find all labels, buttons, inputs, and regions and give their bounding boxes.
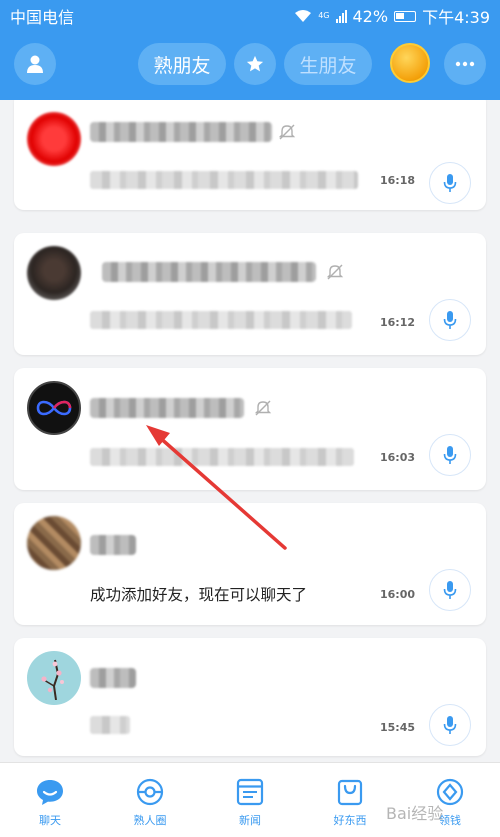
more-icon (455, 61, 475, 67)
tab-acquaintance-circle[interactable]: 熟人圈 (100, 763, 200, 837)
chat-item[interactable]: 16:12 (14, 233, 486, 355)
contact-name-blurred (90, 668, 136, 688)
tab-familiar-friends[interactable]: 熟朋友 (138, 43, 226, 85)
voice-button[interactable] (429, 299, 471, 341)
battery-icon (394, 10, 417, 22)
news-icon (236, 778, 264, 806)
contact-name-blurred (90, 398, 244, 418)
message-time: 16:12 (380, 316, 416, 329)
tab-label: 新闻 (239, 814, 261, 827)
chat-item[interactable]: 15:45 (14, 638, 486, 756)
status-bar: 中国电信 4G 42% 下午4:39 (0, 0, 500, 28)
voice-button[interactable] (429, 569, 471, 611)
voice-button[interactable] (429, 162, 471, 204)
chat-list: 16:18 16:12 16:03 成功添加好友，现在可以聊天了 16:00 1… (0, 100, 500, 762)
person-icon (27, 55, 43, 73)
signal-icon (335, 9, 347, 23)
microphone-icon (443, 174, 457, 192)
tab-label: 好东西 (333, 814, 367, 827)
avatar (27, 651, 81, 705)
contact-name-blurred (90, 535, 136, 555)
circle-icon (136, 778, 164, 806)
message-preview-blurred (90, 311, 352, 329)
clock: 下午4:39 (422, 8, 490, 27)
chat-item[interactable]: 16:18 (14, 100, 486, 210)
avatar (27, 112, 81, 166)
message-preview-blurred (90, 448, 354, 466)
tab-good-stuff[interactable]: 好东西 (300, 763, 400, 837)
voice-button[interactable] (429, 434, 471, 476)
mute-icon (278, 124, 296, 140)
message-time: 15:45 (380, 721, 416, 734)
chat-item[interactable]: 16:03 (14, 368, 486, 490)
network-type: 4G (318, 11, 330, 20)
tab-news[interactable]: 新闻 (200, 763, 300, 837)
chat-bubble-icon (37, 780, 63, 805)
message-preview-blurred (90, 716, 130, 734)
message-preview-blurred (90, 171, 358, 189)
avatar (27, 381, 81, 435)
more-button[interactable] (444, 43, 486, 85)
microphone-icon (443, 446, 457, 464)
contact-name-blurred (102, 262, 316, 282)
carrier-name: 中国电信 (10, 8, 75, 27)
favorites-button[interactable] (234, 43, 276, 85)
message-time: 16:18 (380, 174, 416, 187)
tab-label: 熟人圈 (133, 814, 167, 827)
star-icon (246, 55, 264, 72)
avatar (27, 516, 81, 570)
microphone-icon (443, 311, 457, 329)
battery-percent: 42% (352, 6, 389, 26)
tab-stranger-friends[interactable]: 生朋友 (284, 43, 372, 85)
profile-button[interactable] (14, 43, 56, 85)
watermark: Bai经验 (386, 804, 444, 823)
tab-label: 聊天 (39, 814, 61, 827)
message-preview: 成功添加好友，现在可以聊天了 (90, 586, 308, 604)
infinity-logo-icon (36, 400, 72, 416)
mute-icon (326, 264, 344, 280)
app-header: 熟朋友 生朋友 (0, 28, 500, 100)
voice-button[interactable] (429, 704, 471, 746)
coin-button[interactable] (390, 43, 430, 83)
wifi-icon (295, 10, 312, 22)
microphone-icon (443, 716, 457, 734)
microphone-icon (443, 581, 457, 599)
shopping-bag-icon (337, 779, 363, 806)
mute-icon (254, 400, 272, 416)
blossom-branch-icon (41, 659, 64, 700)
tab-chat[interactable]: 聊天 (0, 763, 100, 837)
avatar (27, 246, 81, 300)
contact-name-blurred (90, 122, 272, 142)
chat-item[interactable]: 成功添加好友，现在可以聊天了 16:00 (14, 503, 486, 625)
message-time: 16:03 (380, 451, 416, 464)
message-time: 16:00 (380, 588, 416, 601)
